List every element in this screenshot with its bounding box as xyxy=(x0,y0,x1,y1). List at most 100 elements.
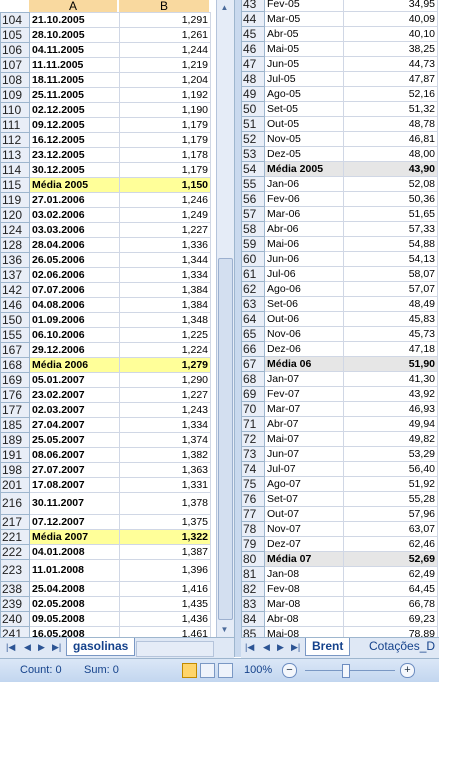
row-header[interactable]: 109 xyxy=(0,87,30,103)
brent-price-cell[interactable]: 51,90 xyxy=(343,356,438,372)
table-row[interactable]: 223 11.01.2008 1,396 xyxy=(0,559,211,582)
table-row[interactable]: 177 02.03.2007 1,243 xyxy=(0,402,211,418)
month-cell[interactable]: Out-05 xyxy=(264,116,344,132)
month-cell[interactable]: Set-07 xyxy=(264,491,344,507)
brent-price-cell[interactable]: 52,69 xyxy=(343,551,438,567)
table-row[interactable]: 48 Jul-05 47,87 xyxy=(241,71,438,87)
brent-price-cell[interactable]: 38,25 xyxy=(343,41,438,57)
month-cell[interactable]: Fev-08 xyxy=(264,581,344,597)
table-row[interactable]: 240 09.05.2008 1,436 xyxy=(0,611,211,627)
month-cell[interactable]: Dez-05 xyxy=(264,146,344,162)
page-layout-view-icon[interactable] xyxy=(200,663,215,678)
date-cell[interactable]: 09.12.2005 xyxy=(29,117,120,133)
table-row[interactable]: 45 Abr-05 40,10 xyxy=(241,26,438,42)
brent-price-cell[interactable]: 57,96 xyxy=(343,506,438,522)
table-row[interactable]: 169 05.01.2007 1,290 xyxy=(0,372,211,388)
price-cell[interactable]: 1,219 xyxy=(119,57,211,73)
row-header[interactable]: 68 xyxy=(241,371,265,387)
row-header[interactable]: 81 xyxy=(241,566,265,582)
price-cell[interactable]: 1,378 xyxy=(119,492,211,515)
brent-price-cell[interactable]: 46,93 xyxy=(343,401,438,417)
month-cell[interactable]: Out-07 xyxy=(264,506,344,522)
month-cell[interactable]: Abr-06 xyxy=(264,221,344,237)
month-cell[interactable]: Jul-06 xyxy=(264,266,344,282)
price-cell[interactable]: 1,374 xyxy=(119,432,211,448)
brent-price-cell[interactable]: 78,89 xyxy=(343,626,438,637)
price-cell[interactable]: 1,179 xyxy=(119,117,211,133)
date-cell[interactable]: 11.01.2008 xyxy=(29,559,120,582)
price-cell[interactable]: 1,331 xyxy=(119,477,211,493)
table-row[interactable]: 114 30.12.2005 1,179 xyxy=(0,162,211,178)
table-row[interactable]: 59 Mai-06 54,88 xyxy=(241,236,438,252)
date-cell[interactable]: 08.06.2007 xyxy=(29,447,120,463)
table-row[interactable]: 112 16.12.2005 1,179 xyxy=(0,132,211,148)
price-cell[interactable]: 1,204 xyxy=(119,72,211,88)
date-cell[interactable]: 11.11.2005 xyxy=(29,57,120,73)
price-cell[interactable]: 1,334 xyxy=(119,417,211,433)
table-row[interactable]: 85 Mai-08 78,89 xyxy=(241,626,438,637)
brent-price-cell[interactable]: 52,08 xyxy=(343,176,438,192)
month-cell[interactable]: Ago-06 xyxy=(264,281,344,297)
brent-price-cell[interactable]: 55,28 xyxy=(343,491,438,507)
brent-price-cell[interactable]: 56,40 xyxy=(343,461,438,477)
table-row[interactable]: 109 25.11.2005 1,192 xyxy=(0,87,211,103)
tab-last-icon[interactable]: ▶| xyxy=(291,642,300,653)
row-header[interactable]: 128 xyxy=(0,237,30,253)
table-row[interactable]: 107 11.11.2005 1,219 xyxy=(0,57,211,73)
brent-price-cell[interactable]: 48,78 xyxy=(343,116,438,132)
brent-price-cell[interactable]: 46,81 xyxy=(343,131,438,147)
table-row[interactable]: 146 04.08.2006 1,384 xyxy=(0,297,211,313)
row-header[interactable]: 62 xyxy=(241,281,265,297)
row-header[interactable]: 113 xyxy=(0,147,30,163)
month-cell[interactable]: Jun-06 xyxy=(264,251,344,267)
table-row[interactable]: 150 01.09.2006 1,348 xyxy=(0,312,211,328)
brent-price-cell[interactable]: 44,73 xyxy=(343,56,438,72)
date-cell[interactable]: 27.04.2007 xyxy=(29,417,120,433)
date-cell[interactable]: 04.01.2008 xyxy=(29,544,120,560)
row-header[interactable]: 221 xyxy=(0,529,30,545)
date-cell[interactable]: 23.12.2005 xyxy=(29,147,120,163)
zoom-slider-track[interactable] xyxy=(305,670,395,671)
date-cell[interactable]: Média 2006 xyxy=(29,357,120,373)
date-cell[interactable]: 27.01.2006 xyxy=(29,192,120,208)
row-header[interactable]: 222 xyxy=(0,544,30,560)
month-cell[interactable]: Jun-07 xyxy=(264,446,344,462)
row-header[interactable]: 136 xyxy=(0,252,30,268)
scroll-down-arrow-icon[interactable]: ▼ xyxy=(219,624,230,635)
date-cell[interactable]: 07.12.2007 xyxy=(29,514,120,530)
row-header[interactable]: 241 xyxy=(0,626,30,637)
brent-price-cell[interactable]: 62,46 xyxy=(343,536,438,552)
price-cell[interactable]: 1,243 xyxy=(119,402,211,418)
zoom-in-icon[interactable]: + xyxy=(400,663,415,678)
table-row[interactable]: 83 Mar-08 66,78 xyxy=(241,596,438,612)
table-row[interactable]: 53 Dez-05 48,00 xyxy=(241,146,438,162)
table-row[interactable]: 201 17.08.2007 1,331 xyxy=(0,477,211,493)
month-cell[interactable]: Mai-06 xyxy=(264,236,344,252)
table-row[interactable]: 241 16.05.2008 1,461 xyxy=(0,626,211,637)
brent-price-cell[interactable]: 57,33 xyxy=(343,221,438,237)
table-row[interactable]: 168 Média 2006 1,279 xyxy=(0,357,211,373)
page-break-view-icon[interactable] xyxy=(218,663,233,678)
table-row[interactable]: 52 Nov-05 46,81 xyxy=(241,131,438,147)
row-header[interactable]: 169 xyxy=(0,372,30,388)
row-header[interactable]: 46 xyxy=(241,41,265,57)
price-cell[interactable]: 1,348 xyxy=(119,312,211,328)
row-header[interactable]: 137 xyxy=(0,267,30,283)
table-row[interactable]: 120 03.02.2006 1,249 xyxy=(0,207,211,223)
row-header[interactable]: 73 xyxy=(241,446,265,462)
table-row[interactable]: 142 07.07.2006 1,384 xyxy=(0,282,211,298)
table-row[interactable]: 185 27.04.2007 1,334 xyxy=(0,417,211,433)
date-cell[interactable]: 02.12.2005 xyxy=(29,102,120,118)
month-cell[interactable]: Nov-06 xyxy=(264,326,344,342)
table-row[interactable]: 128 28.04.2006 1,336 xyxy=(0,237,211,253)
table-row[interactable]: 189 25.05.2007 1,374 xyxy=(0,432,211,448)
brent-price-cell[interactable]: 51,32 xyxy=(343,101,438,117)
month-cell[interactable]: Abr-08 xyxy=(264,611,344,627)
table-row[interactable]: 78 Nov-07 63,07 xyxy=(241,521,438,537)
price-cell[interactable]: 1,249 xyxy=(119,207,211,223)
row-header[interactable]: 217 xyxy=(0,514,30,530)
row-header[interactable]: 72 xyxy=(241,431,265,447)
row-header[interactable]: 108 xyxy=(0,72,30,88)
brent-price-cell[interactable]: 43,92 xyxy=(343,386,438,402)
table-row[interactable]: 198 27.07.2007 1,363 xyxy=(0,462,211,478)
